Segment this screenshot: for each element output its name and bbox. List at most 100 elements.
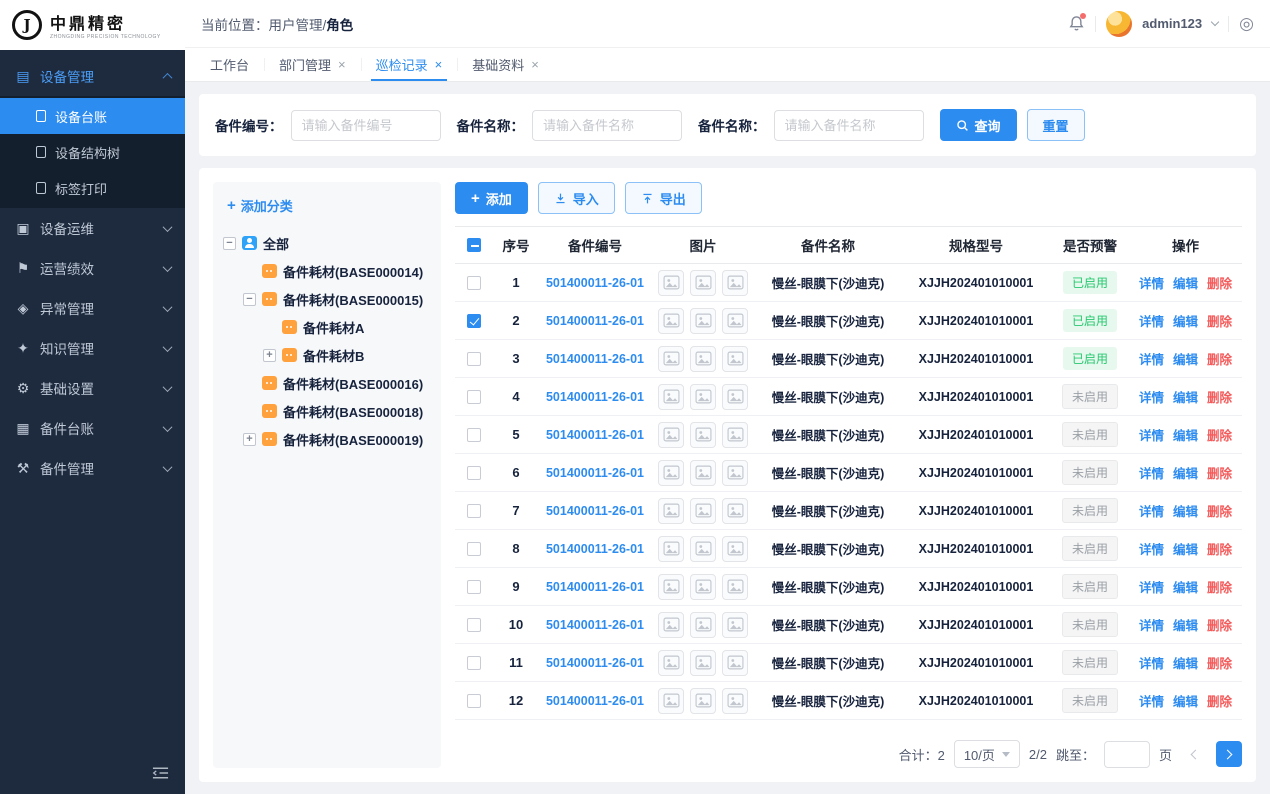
image-thumbnail[interactable]: [722, 346, 748, 372]
image-thumbnail[interactable]: [722, 460, 748, 486]
tree-node[interactable]: −备件耗材(BASE000015): [223, 285, 431, 313]
image-thumbnail[interactable]: [722, 574, 748, 600]
part-code-link[interactable]: 501400011-26-01: [546, 390, 644, 404]
action-detail[interactable]: 详情: [1139, 691, 1164, 710]
collapse-node-icon[interactable]: −: [223, 237, 236, 250]
part-code-link[interactable]: 501400011-26-01: [546, 542, 644, 556]
image-thumbnail[interactable]: [690, 270, 716, 296]
expand-node-icon[interactable]: +: [263, 349, 276, 362]
sidebar-subitem-device-structure-tree[interactable]: 设备结构树: [0, 134, 185, 170]
row-checkbox[interactable]: [467, 390, 481, 404]
part-code-link[interactable]: 501400011-26-01: [546, 504, 644, 518]
part-code-link[interactable]: 501400011-26-01: [546, 466, 644, 480]
action-edit[interactable]: 编辑: [1173, 653, 1198, 672]
add-category-button[interactable]: + 添加分类: [227, 196, 431, 215]
image-thumbnail[interactable]: [722, 650, 748, 676]
action-delete[interactable]: 删除: [1207, 577, 1232, 596]
tree-node[interactable]: −全部: [223, 229, 431, 257]
avatar[interactable]: [1106, 11, 1132, 37]
row-checkbox[interactable]: [467, 504, 481, 518]
action-delete[interactable]: 删除: [1207, 273, 1232, 292]
image-thumbnail[interactable]: [658, 498, 684, 524]
action-edit[interactable]: 编辑: [1173, 349, 1198, 368]
image-thumbnail[interactable]: [658, 688, 684, 714]
action-detail[interactable]: 详情: [1139, 615, 1164, 634]
select-all-checkbox[interactable]: [467, 238, 481, 252]
sidebar-item-device-operations[interactable]: ▣设备运维: [0, 208, 185, 248]
part-code-link[interactable]: 501400011-26-01: [546, 618, 644, 632]
row-checkbox[interactable]: [467, 352, 481, 366]
action-edit[interactable]: 编辑: [1173, 539, 1198, 558]
action-detail[interactable]: 详情: [1139, 463, 1164, 482]
tree-node[interactable]: +备件耗材B: [223, 341, 431, 369]
sidebar-item-device-management[interactable]: ▤设备管理: [0, 56, 185, 96]
image-thumbnail[interactable]: [722, 422, 748, 448]
image-thumbnail[interactable]: [658, 536, 684, 562]
import-button[interactable]: 导入: [538, 182, 615, 214]
image-thumbnail[interactable]: [658, 384, 684, 410]
close-tab-icon[interactable]: ×: [435, 58, 443, 71]
part-code-input[interactable]: [291, 110, 441, 141]
image-thumbnail[interactable]: [658, 346, 684, 372]
tree-node[interactable]: 备件耗材(BASE000016): [223, 369, 431, 397]
image-thumbnail[interactable]: [722, 688, 748, 714]
action-delete[interactable]: 删除: [1207, 615, 1232, 634]
row-checkbox[interactable]: [467, 694, 481, 708]
row-checkbox[interactable]: [467, 618, 481, 632]
action-edit[interactable]: 编辑: [1173, 273, 1198, 292]
image-thumbnail[interactable]: [722, 612, 748, 638]
next-page-button[interactable]: [1216, 741, 1242, 767]
image-thumbnail[interactable]: [690, 498, 716, 524]
part-code-link[interactable]: 501400011-26-01: [546, 580, 644, 594]
action-detail[interactable]: 详情: [1139, 387, 1164, 406]
image-thumbnail[interactable]: [658, 612, 684, 638]
image-thumbnail[interactable]: [690, 650, 716, 676]
collapse-sidebar-icon[interactable]: [152, 766, 169, 780]
image-thumbnail[interactable]: [690, 422, 716, 448]
sidebar-subitem-label-printing[interactable]: 标签打印: [0, 170, 185, 206]
image-thumbnail[interactable]: [690, 308, 716, 334]
tab-3[interactable]: 基础资料×: [457, 48, 554, 81]
action-detail[interactable]: 详情: [1139, 273, 1164, 292]
add-button[interactable]: + 添加: [455, 182, 528, 214]
expand-node-icon[interactable]: +: [243, 433, 256, 446]
part-code-link[interactable]: 501400011-26-01: [546, 276, 644, 290]
image-thumbnail[interactable]: [722, 308, 748, 334]
part-code-link[interactable]: 501400011-26-01: [546, 656, 644, 670]
sidebar-item-operation-performance[interactable]: ⚑运营绩效: [0, 248, 185, 288]
image-thumbnail[interactable]: [658, 308, 684, 334]
action-detail[interactable]: 详情: [1139, 349, 1164, 368]
action-detail[interactable]: 详情: [1139, 653, 1164, 672]
part-code-link[interactable]: 501400011-26-01: [546, 428, 644, 442]
image-thumbnail[interactable]: [722, 270, 748, 296]
image-thumbnail[interactable]: [690, 574, 716, 600]
action-edit[interactable]: 编辑: [1173, 425, 1198, 444]
tab-0[interactable]: 工作台: [195, 48, 264, 81]
export-button[interactable]: 导出: [625, 182, 702, 214]
image-thumbnail[interactable]: [690, 688, 716, 714]
action-edit[interactable]: 编辑: [1173, 463, 1198, 482]
action-edit[interactable]: 编辑: [1173, 577, 1198, 596]
sidebar-item-exception-management[interactable]: ◈异常管理: [0, 288, 185, 328]
row-checkbox[interactable]: [467, 542, 481, 556]
tab-1[interactable]: 部门管理×: [264, 48, 361, 81]
prev-page-button[interactable]: [1181, 741, 1207, 767]
action-delete[interactable]: 删除: [1207, 387, 1232, 406]
part-name-input[interactable]: [532, 110, 682, 141]
image-thumbnail[interactable]: [658, 460, 684, 486]
action-edit[interactable]: 编辑: [1173, 311, 1198, 330]
action-edit[interactable]: 编辑: [1173, 615, 1198, 634]
part-code-link[interactable]: 501400011-26-01: [546, 694, 644, 708]
tree-node[interactable]: +备件耗材(BASE000019): [223, 425, 431, 453]
close-tab-icon[interactable]: ×: [338, 58, 346, 71]
tree-node[interactable]: 备件耗材(BASE000014): [223, 257, 431, 285]
sidebar-item-spare-part-management[interactable]: ⚒备件管理: [0, 448, 185, 488]
row-checkbox[interactable]: [467, 580, 481, 594]
jump-page-input[interactable]: [1104, 741, 1150, 768]
row-checkbox[interactable]: [467, 656, 481, 670]
help-icon[interactable]: ◎: [1239, 15, 1254, 32]
image-thumbnail[interactable]: [722, 498, 748, 524]
action-detail[interactable]: 详情: [1139, 501, 1164, 520]
action-edit[interactable]: 编辑: [1173, 387, 1198, 406]
image-thumbnail[interactable]: [658, 574, 684, 600]
